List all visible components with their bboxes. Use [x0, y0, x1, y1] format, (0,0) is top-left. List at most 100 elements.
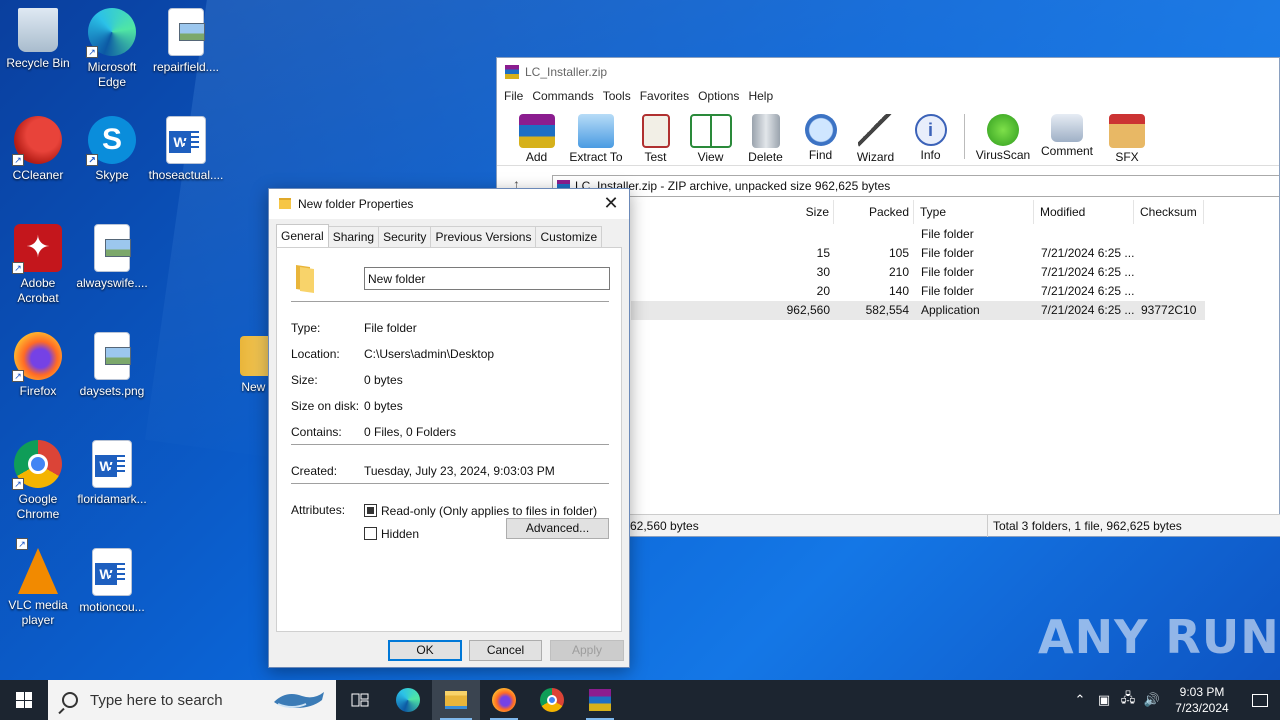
ccleaner-icon[interactable]: ↗ CCleaner [0, 116, 76, 183]
close-icon[interactable]: ✕ [599, 189, 623, 219]
location-value: C:\Users\admin\Desktop [364, 347, 495, 361]
advanced-button[interactable]: Advanced... [506, 518, 609, 539]
image-file-icon[interactable]: daysets.png [74, 332, 150, 399]
notification-icon [1252, 693, 1268, 707]
column-type[interactable]: Type [914, 200, 1034, 224]
word-document-icon[interactable]: W motioncou... [74, 548, 150, 615]
bug-icon [987, 114, 1019, 146]
microsoft-edge-icon[interactable]: ↗ Microsoft Edge [74, 8, 150, 90]
vlc-icon[interactable]: ↗ VLC media player [0, 538, 76, 628]
menu-file[interactable]: File [503, 86, 531, 108]
created-label: Created: [291, 464, 338, 478]
ok-button[interactable]: OK [388, 640, 462, 661]
comment-button[interactable]: Comment [1035, 108, 1099, 165]
google-chrome-icon[interactable]: ↗ Google Chrome [0, 440, 76, 522]
sfx-box-icon [1109, 114, 1145, 148]
column-checksum[interactable]: Checksum [1134, 200, 1204, 224]
chevron-up-icon[interactable]: ⌃ [1068, 692, 1092, 708]
apply-button[interactable]: Apply [550, 640, 624, 661]
image-file-icon[interactable]: repairfield.... [148, 8, 224, 75]
virusscan-button[interactable]: VirusScan [971, 108, 1035, 165]
created-value: Tuesday, July 23, 2024, 9:03:03 PM [364, 464, 555, 478]
word-document-icon[interactable]: W thoseactual.... [148, 116, 224, 183]
taskbar-chrome[interactable] [528, 680, 576, 720]
wizard-button[interactable]: Wizard [848, 108, 903, 165]
test-button[interactable]: Test [628, 108, 683, 165]
wand-icon [857, 114, 894, 148]
cancel-button[interactable]: Cancel [469, 640, 542, 661]
general-panel: Type: File folder Location: C:\Users\adm… [276, 247, 622, 632]
winrar-menubar: File Commands Tools Favorites Options He… [497, 86, 1279, 108]
taskbar-edge[interactable] [384, 680, 432, 720]
menu-options[interactable]: Options [697, 86, 747, 108]
tab-previous-versions[interactable]: Previous Versions [430, 226, 537, 247]
type-label: Type: [291, 321, 321, 335]
size-value: 0 bytes [364, 373, 403, 387]
word-document-icon[interactable]: W floridamark... [74, 440, 150, 507]
hidden-label[interactable]: Hidden [381, 527, 419, 541]
windows-logo-icon [16, 692, 32, 708]
taskbar-firefox[interactable] [480, 680, 528, 720]
readonly-label[interactable]: Read-only (Only applies to files in fold… [381, 504, 597, 518]
find-button[interactable]: Find [793, 108, 848, 165]
chrome-icon [540, 688, 564, 712]
contains-value: 0 Files, 0 Folders [364, 425, 457, 439]
winrar-titlebar[interactable]: LC_Installer.zip [497, 58, 1279, 86]
tab-sharing[interactable]: Sharing [327, 226, 380, 247]
delete-button[interactable]: Delete [738, 108, 793, 165]
readonly-checkbox[interactable] [364, 504, 377, 517]
folder-icon [578, 114, 614, 148]
dialog-tabs: General Sharing Security Previous Versio… [276, 224, 603, 247]
winrar-icon [505, 65, 519, 79]
system-tray: ⌃ ▣ 🖧 🔊 9:03 PM 7/23/2024 [1068, 680, 1280, 720]
tab-customize[interactable]: Customize [535, 226, 603, 247]
menu-help[interactable]: Help [747, 86, 781, 108]
edge-icon [396, 688, 420, 712]
image-file-icon[interactable]: alwayswife.... [74, 224, 150, 291]
folder-name-input[interactable] [364, 267, 610, 290]
folder-icon [445, 691, 467, 709]
start-button[interactable] [0, 680, 48, 720]
device-icon[interactable]: ▣ [1092, 692, 1116, 708]
attributes-label: Attributes: [291, 503, 346, 517]
adobe-acrobat-icon[interactable]: ✦ ↗ Adobe Acrobat [0, 224, 76, 306]
taskbar-search[interactable]: Type here to search [48, 680, 336, 720]
column-size[interactable]: Size [754, 200, 834, 224]
extract-to-button[interactable]: Extract To [564, 108, 628, 165]
network-icon[interactable]: 🖧 [1116, 689, 1140, 711]
taskbar: Type here to search ⌃ ▣ 🖧 🔊 9:03 PM 7/23… [0, 680, 1280, 720]
comment-icon [1051, 114, 1083, 142]
add-button[interactable]: Add [509, 108, 564, 165]
firefox-icon[interactable]: ↗ Firefox [0, 332, 76, 399]
book-icon [689, 114, 732, 148]
hidden-checkbox[interactable] [364, 527, 377, 540]
clipboard-check-icon [641, 114, 670, 148]
taskbar-winrar[interactable] [576, 680, 624, 720]
notifications-button[interactable] [1240, 693, 1280, 707]
info-button[interactable]: i Info [903, 108, 958, 165]
whale-icon [274, 692, 324, 708]
archive-path-bar[interactable]: LC_Installer.zip - ZIP archive, unpacked… [552, 175, 1279, 197]
column-packed[interactable]: Packed [834, 200, 914, 224]
menu-tools[interactable]: Tools [602, 86, 639, 108]
skype-icon[interactable]: S ↗ Skype [74, 116, 150, 183]
menu-favorites[interactable]: Favorites [639, 86, 697, 108]
taskbar-file-explorer[interactable] [432, 680, 480, 720]
search-icon [62, 692, 78, 708]
dialog-titlebar[interactable]: New folder Properties ✕ [269, 189, 629, 219]
tab-security[interactable]: Security [378, 226, 432, 247]
volume-icon[interactable]: 🔊 [1140, 692, 1164, 708]
clock-time: 9:03 PM [1179, 685, 1225, 699]
clock[interactable]: 9:03 PM 7/23/2024 [1164, 684, 1240, 716]
view-button[interactable]: View [683, 108, 738, 165]
sfx-button[interactable]: SFX [1099, 108, 1155, 165]
tab-general[interactable]: General [276, 224, 329, 247]
search-placeholder: Type here to search [90, 691, 223, 709]
recycle-bin-icon[interactable]: Recycle Bin [0, 8, 76, 71]
column-modified[interactable]: Modified [1034, 200, 1134, 224]
size-on-disk-value: 0 bytes [364, 399, 403, 413]
trash-icon [751, 114, 780, 148]
task-view-button[interactable] [336, 680, 384, 720]
properties-dialog[interactable]: New folder Properties ✕ General Sharing … [268, 188, 630, 668]
menu-commands[interactable]: Commands [531, 86, 601, 108]
